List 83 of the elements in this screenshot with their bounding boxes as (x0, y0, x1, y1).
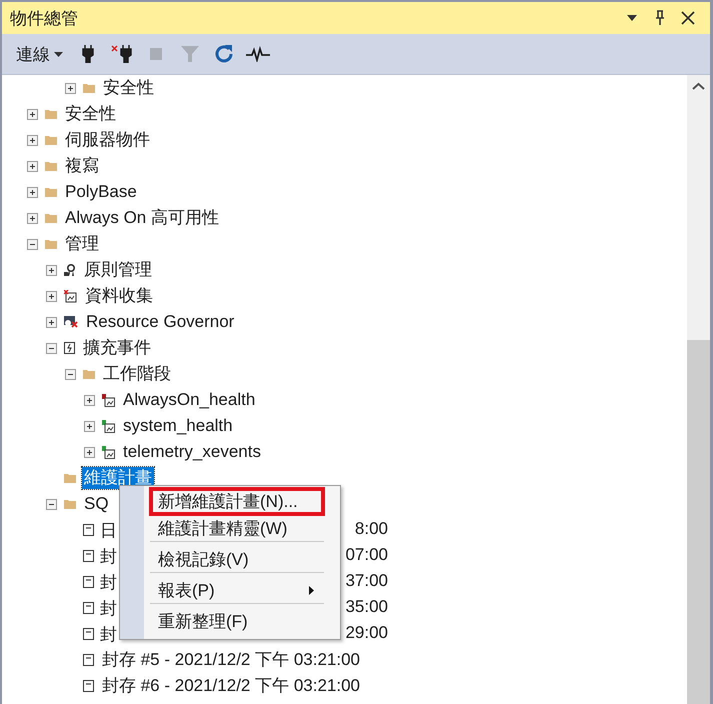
session-icon (102, 394, 115, 406)
tree-item[interactable]: 封 (100, 544, 117, 568)
session-icon (102, 420, 115, 432)
tree-item[interactable]: 維護計畫 (82, 467, 154, 489)
tree-item-text: 35:00 (345, 596, 388, 618)
tree-item[interactable]: 安全性 (101, 77, 156, 99)
log-icon (83, 680, 94, 692)
tree-item[interactable]: 封 (100, 622, 117, 646)
folder-icon (45, 213, 57, 223)
caret-icon (54, 52, 63, 56)
collapse-button[interactable] (65, 368, 76, 380)
tree-item[interactable]: SQ (82, 493, 111, 515)
connect-menu[interactable]: 連線 (12, 42, 67, 66)
policy-icon (64, 264, 76, 276)
collapse-button[interactable] (27, 238, 38, 250)
tree-item[interactable]: system_health (121, 415, 235, 437)
expand-button[interactable] (84, 446, 95, 458)
folder-icon (83, 83, 95, 93)
dropdown-icon (627, 15, 637, 21)
folder-icon (45, 135, 57, 145)
folder-icon (45, 239, 57, 249)
folder-icon (45, 161, 57, 171)
tree-item[interactable]: 封存 #5 - 2021/12/2 下午 03:21:00 (100, 649, 362, 671)
tree-item[interactable]: Resource Governor (84, 311, 236, 333)
tree-item-text: 29:00 (345, 622, 388, 644)
collector-icon (64, 290, 77, 302)
pin-icon (655, 10, 665, 26)
collapse-button[interactable] (46, 498, 57, 510)
window-title: 物件總管 (10, 8, 79, 30)
tree-item-text: 37:00 (345, 570, 388, 592)
log-icon (83, 628, 94, 640)
close-icon (681, 11, 695, 25)
tree-item[interactable]: PolyBase (63, 181, 139, 203)
tree-item[interactable]: 複寫 (63, 155, 101, 177)
menu-item[interactable]: 檢視記錄(V) (150, 546, 324, 573)
tree-item[interactable]: 封 (100, 570, 117, 594)
menu-item[interactable]: 重新整理(F) (150, 608, 324, 635)
tree-item[interactable]: Always On 高可用性 (63, 207, 221, 229)
folder-icon (64, 473, 76, 483)
scroll-thumb[interactable] (687, 340, 710, 704)
tree-item[interactable]: 原則管理 (82, 259, 154, 281)
tree-item[interactable]: 資料收集 (83, 285, 155, 307)
expand-button[interactable] (27, 160, 38, 172)
folder-icon (64, 499, 76, 509)
tree-item[interactable]: 伺服器物件 (63, 129, 152, 151)
menu-item[interactable]: 新增維護計畫(N)... (150, 488, 324, 515)
tree-item[interactable]: 安全性 (63, 103, 118, 125)
governor-icon (64, 316, 78, 328)
expand-button[interactable] (46, 290, 57, 302)
expand-button[interactable] (27, 212, 38, 224)
folder-icon (45, 109, 57, 119)
tree-item[interactable]: 封存 #6 - 2021/12/2 下午 03:21:00 (100, 675, 362, 697)
expand-button[interactable] (65, 82, 76, 94)
expand-button[interactable] (27, 186, 38, 198)
expand-button[interactable] (46, 316, 57, 328)
tree-item[interactable]: AlwaysOn_health (121, 389, 258, 411)
menu-item[interactable]: 維護計畫精靈(W) (150, 515, 324, 542)
expand-button[interactable] (27, 108, 38, 120)
collapse-button[interactable] (46, 342, 57, 354)
tree-item[interactable]: 管理 (63, 233, 101, 255)
tree-item[interactable]: 封 (100, 596, 117, 620)
folder-icon (83, 369, 95, 379)
folder-icon (45, 187, 57, 197)
log-icon (83, 550, 94, 562)
expand-button[interactable] (27, 134, 38, 146)
tree-item-text: 07:00 (345, 544, 388, 566)
tree-item[interactable]: telemetry_xevents (121, 441, 263, 463)
expand-button[interactable] (46, 264, 57, 276)
expand-button[interactable] (84, 394, 95, 406)
tree-item-text: 8:00 (354, 518, 388, 540)
tree-item[interactable]: 擴充事件 (81, 337, 153, 359)
submenu-arrow-icon (309, 586, 314, 594)
tree-item[interactable]: 日 (100, 518, 117, 542)
expand-button[interactable] (84, 420, 95, 432)
menu-item[interactable]: 報表(P) (150, 577, 324, 604)
scrollbar[interactable] (687, 75, 710, 704)
tree-item[interactable]: 工作階段 (101, 363, 173, 385)
log-icon (83, 602, 94, 614)
event-icon (64, 342, 75, 354)
log-icon (83, 654, 94, 666)
log-icon (83, 576, 94, 588)
session-icon (102, 446, 115, 458)
log-icon (83, 524, 94, 536)
